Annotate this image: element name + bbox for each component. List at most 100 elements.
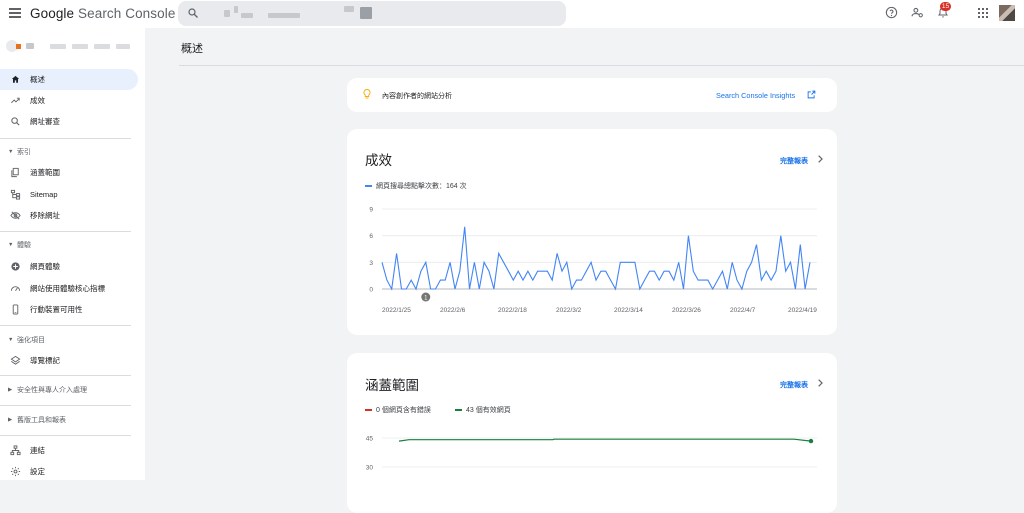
section-label: 體驗 xyxy=(17,242,31,249)
property-selector[interactable] xyxy=(6,40,136,54)
divider xyxy=(0,325,131,326)
divider xyxy=(0,435,131,436)
expand-triangle-icon: ▶ xyxy=(8,417,13,423)
pages-icon xyxy=(11,167,19,178)
sidebar-item-breadcrumbs[interactable]: 導覽標記 xyxy=(0,350,138,371)
legend-label: 43 個有效網頁 xyxy=(466,407,511,414)
coverage-full-report-link[interactable]: 完整報表 xyxy=(780,380,808,390)
legend-label: 網頁搜尋總點擊次數：164 次 xyxy=(376,183,467,190)
product-logo[interactable]: Google Search Console xyxy=(30,6,175,21)
x-tick-label: 2022/2/18 xyxy=(498,307,527,314)
help-icon[interactable] xyxy=(885,6,898,19)
top-app-bar: Google Search Console 15 xyxy=(0,0,1024,28)
coverage-legend-valid: 43 個有效網頁 xyxy=(455,405,511,415)
legend-swatch xyxy=(365,408,372,412)
sidebar-item-label: 網頁體驗 xyxy=(30,262,60,271)
manage-users-icon[interactable] xyxy=(911,6,924,19)
x-tick-label: 2022/3/14 xyxy=(614,307,643,314)
chevron-right-icon[interactable] xyxy=(817,379,823,387)
menu-icon[interactable] xyxy=(9,8,21,18)
search-input[interactable] xyxy=(178,1,566,26)
insights-description: 內容創作者的網站分析 xyxy=(382,93,452,100)
sidebar-item-page-experience[interactable]: 網頁體驗 xyxy=(0,256,138,277)
sidebar-item-links[interactable]: 連結 xyxy=(0,440,138,461)
lightbulb-icon xyxy=(363,89,371,99)
section-header-legacy-tools[interactable]: ▶ 舊版工具和報表 xyxy=(0,412,138,428)
y-tick-label: 9 xyxy=(369,207,373,214)
notification-count-badge: 15 xyxy=(940,2,951,11)
sidebar-item-core-web-vitals[interactable]: 網站使用體驗核心指標 xyxy=(0,278,138,299)
sidebar-item-label: 概述 xyxy=(30,75,45,84)
open-in-new-icon[interactable] xyxy=(807,90,816,99)
redacted-text xyxy=(268,13,300,18)
sidebar-item-overview[interactable]: 概述 xyxy=(0,69,138,90)
sidebar-item-label: 移除網址 xyxy=(30,211,60,220)
account-avatar[interactable] xyxy=(999,5,1015,21)
y-tick-label: 30 xyxy=(366,465,374,472)
section-label: 索引 xyxy=(17,149,31,156)
product-name: Search Console xyxy=(78,6,176,21)
redacted-text xyxy=(241,13,253,18)
section-label: 舊版工具和報表 xyxy=(17,417,66,424)
valid-pages-last-point xyxy=(808,438,814,444)
sidebar-item-settings[interactable]: 設定 xyxy=(0,461,138,482)
section-header-enhancements[interactable]: ▼ 強化項目 xyxy=(0,332,138,348)
sidebar-item-sitemap[interactable]: Sitemap xyxy=(0,184,138,205)
sidebar-item-performance[interactable]: 成效 xyxy=(0,90,138,111)
x-tick-label: 2022/3/26 xyxy=(672,307,701,314)
sidebar-item-removals[interactable]: 移除網址 xyxy=(0,205,138,226)
chevron-right-icon[interactable] xyxy=(817,155,823,163)
sidebar-item-coverage[interactable]: 涵蓋範圍 xyxy=(0,162,138,183)
x-tick-label: 2022/4/7 xyxy=(730,307,756,314)
search-icon xyxy=(188,8,198,18)
speed-icon xyxy=(10,286,21,292)
legend-swatch xyxy=(365,184,372,188)
home-icon xyxy=(11,75,20,83)
redacted-text xyxy=(360,7,372,19)
apps-grid-icon[interactable] xyxy=(978,8,988,18)
main-content: 概述 內容創作者的網站分析 Search Console Insights 成效… xyxy=(145,28,1024,513)
performance-card: 成效 完整報表 網頁搜尋總點擊次數：164 次 9 6 3 0 2022/1/25 202… xyxy=(347,129,837,335)
coverage-chart: 45 30 xyxy=(366,436,817,472)
legend-label: 0 個網頁含有錯誤 xyxy=(376,407,431,414)
links-icon xyxy=(10,445,21,456)
coverage-legend-error: 0 個網頁含有錯誤 xyxy=(365,405,431,415)
collapse-triangle-icon: ▼ xyxy=(8,242,14,248)
collapse-triangle-icon: ▼ xyxy=(8,149,14,155)
page-title: 概述 xyxy=(181,43,203,55)
divider xyxy=(0,138,131,139)
trending-up-icon xyxy=(11,97,20,104)
clicks-series-line xyxy=(381,226,811,291)
settings-icon xyxy=(10,466,21,477)
performance-legend: 網頁搜尋總點擊次數：164 次 xyxy=(365,181,467,191)
sidebar-item-label: 連結 xyxy=(30,446,45,455)
legend-swatch xyxy=(455,408,462,412)
redacted-text xyxy=(234,6,238,13)
redacted-text xyxy=(224,10,230,17)
search-icon xyxy=(11,117,20,126)
section-header-security[interactable]: ▶ 安全性與專人介入處理 xyxy=(0,382,138,398)
valid-pages-series-line xyxy=(398,438,812,442)
x-tick-label: 2022/3/2 xyxy=(556,307,582,314)
section-header-index[interactable]: ▼ 索引 xyxy=(0,144,138,160)
section-header-experience[interactable]: ▼ 體驗 xyxy=(0,237,138,253)
divider xyxy=(0,231,131,232)
sidebar-item-mobile-usability[interactable]: 行動裝置可用性 xyxy=(0,299,138,320)
add-circle-icon xyxy=(11,262,20,271)
sidebar-item-label: Sitemap xyxy=(30,190,58,199)
divider xyxy=(0,405,131,406)
insights-link[interactable]: Search Console Insights xyxy=(716,91,795,100)
redacted-text xyxy=(344,6,354,12)
sidebar-item-label: 導覽標記 xyxy=(30,356,60,365)
smartphone-icon xyxy=(12,304,19,315)
insights-card[interactable]: 內容創作者的網站分析 Search Console Insights xyxy=(347,78,837,112)
x-tick-label: 2022/1/25 xyxy=(382,307,411,314)
clicks-chart: 9 6 3 0 2022/1/25 2022/2/6 2022/2/18 2022/3/2 20… xyxy=(369,207,817,315)
sidebar-item-label: 設定 xyxy=(30,467,45,476)
performance-full-report-link[interactable]: 完整報表 xyxy=(780,156,808,166)
sidebar-item-label: 涵蓋範圍 xyxy=(30,168,60,177)
sidebar-item-url-inspection[interactable]: 網址審查 xyxy=(0,111,138,132)
sidebar-item-label: 網址審查 xyxy=(30,117,60,126)
sidebar-item-label: 行動裝置可用性 xyxy=(30,305,83,314)
x-tick-label: 2022/2/6 xyxy=(440,307,466,314)
